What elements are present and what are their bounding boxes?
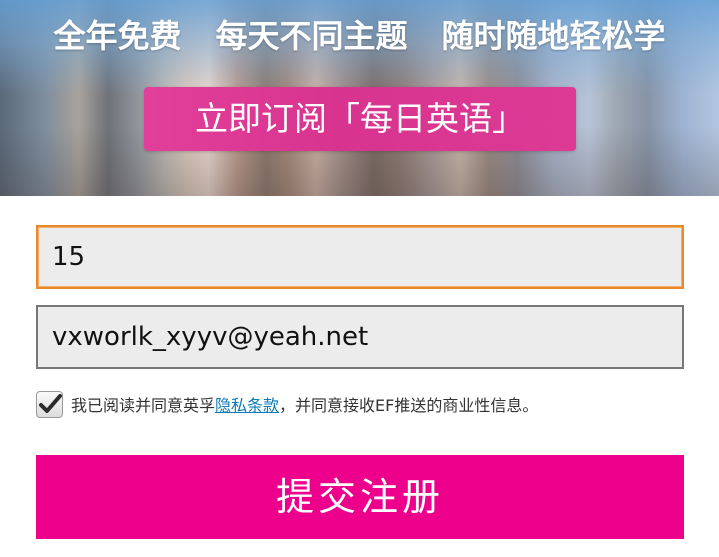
headline-part-3: 随时随地轻松学 <box>441 17 666 55</box>
agreement-row: 我已阅读并同意英孚 隐私条款 ，并同意接收EF推送的商业性信息。 <box>36 388 538 420</box>
headline-part-2: 每天不同主题 <box>215 17 408 55</box>
submit-button[interactable]: 提交注册 <box>36 455 684 539</box>
privacy-policy-link[interactable]: 隐私条款 <box>215 392 279 416</box>
banner-headline: 全年免费 每天不同主题 随时随地轻松学 <box>0 16 719 56</box>
first-input-field[interactable] <box>36 225 684 289</box>
email-field[interactable] <box>36 305 684 369</box>
subscribe-button[interactable]: 立即订阅「每日英语」 <box>144 87 576 151</box>
agree-checkbox[interactable] <box>36 390 63 418</box>
agree-text-before: 我已阅读并同意英孚 <box>71 396 216 415</box>
checkmark-icon <box>39 393 62 413</box>
headline-part-1: 全年免费 <box>53 17 182 55</box>
hero-banner: 全年免费 每天不同主题 随时随地轻松学 立即订阅「每日英语」 <box>0 0 719 196</box>
agree-text-after: ，并同意接收EF推送的商业性信息。 <box>279 396 539 415</box>
